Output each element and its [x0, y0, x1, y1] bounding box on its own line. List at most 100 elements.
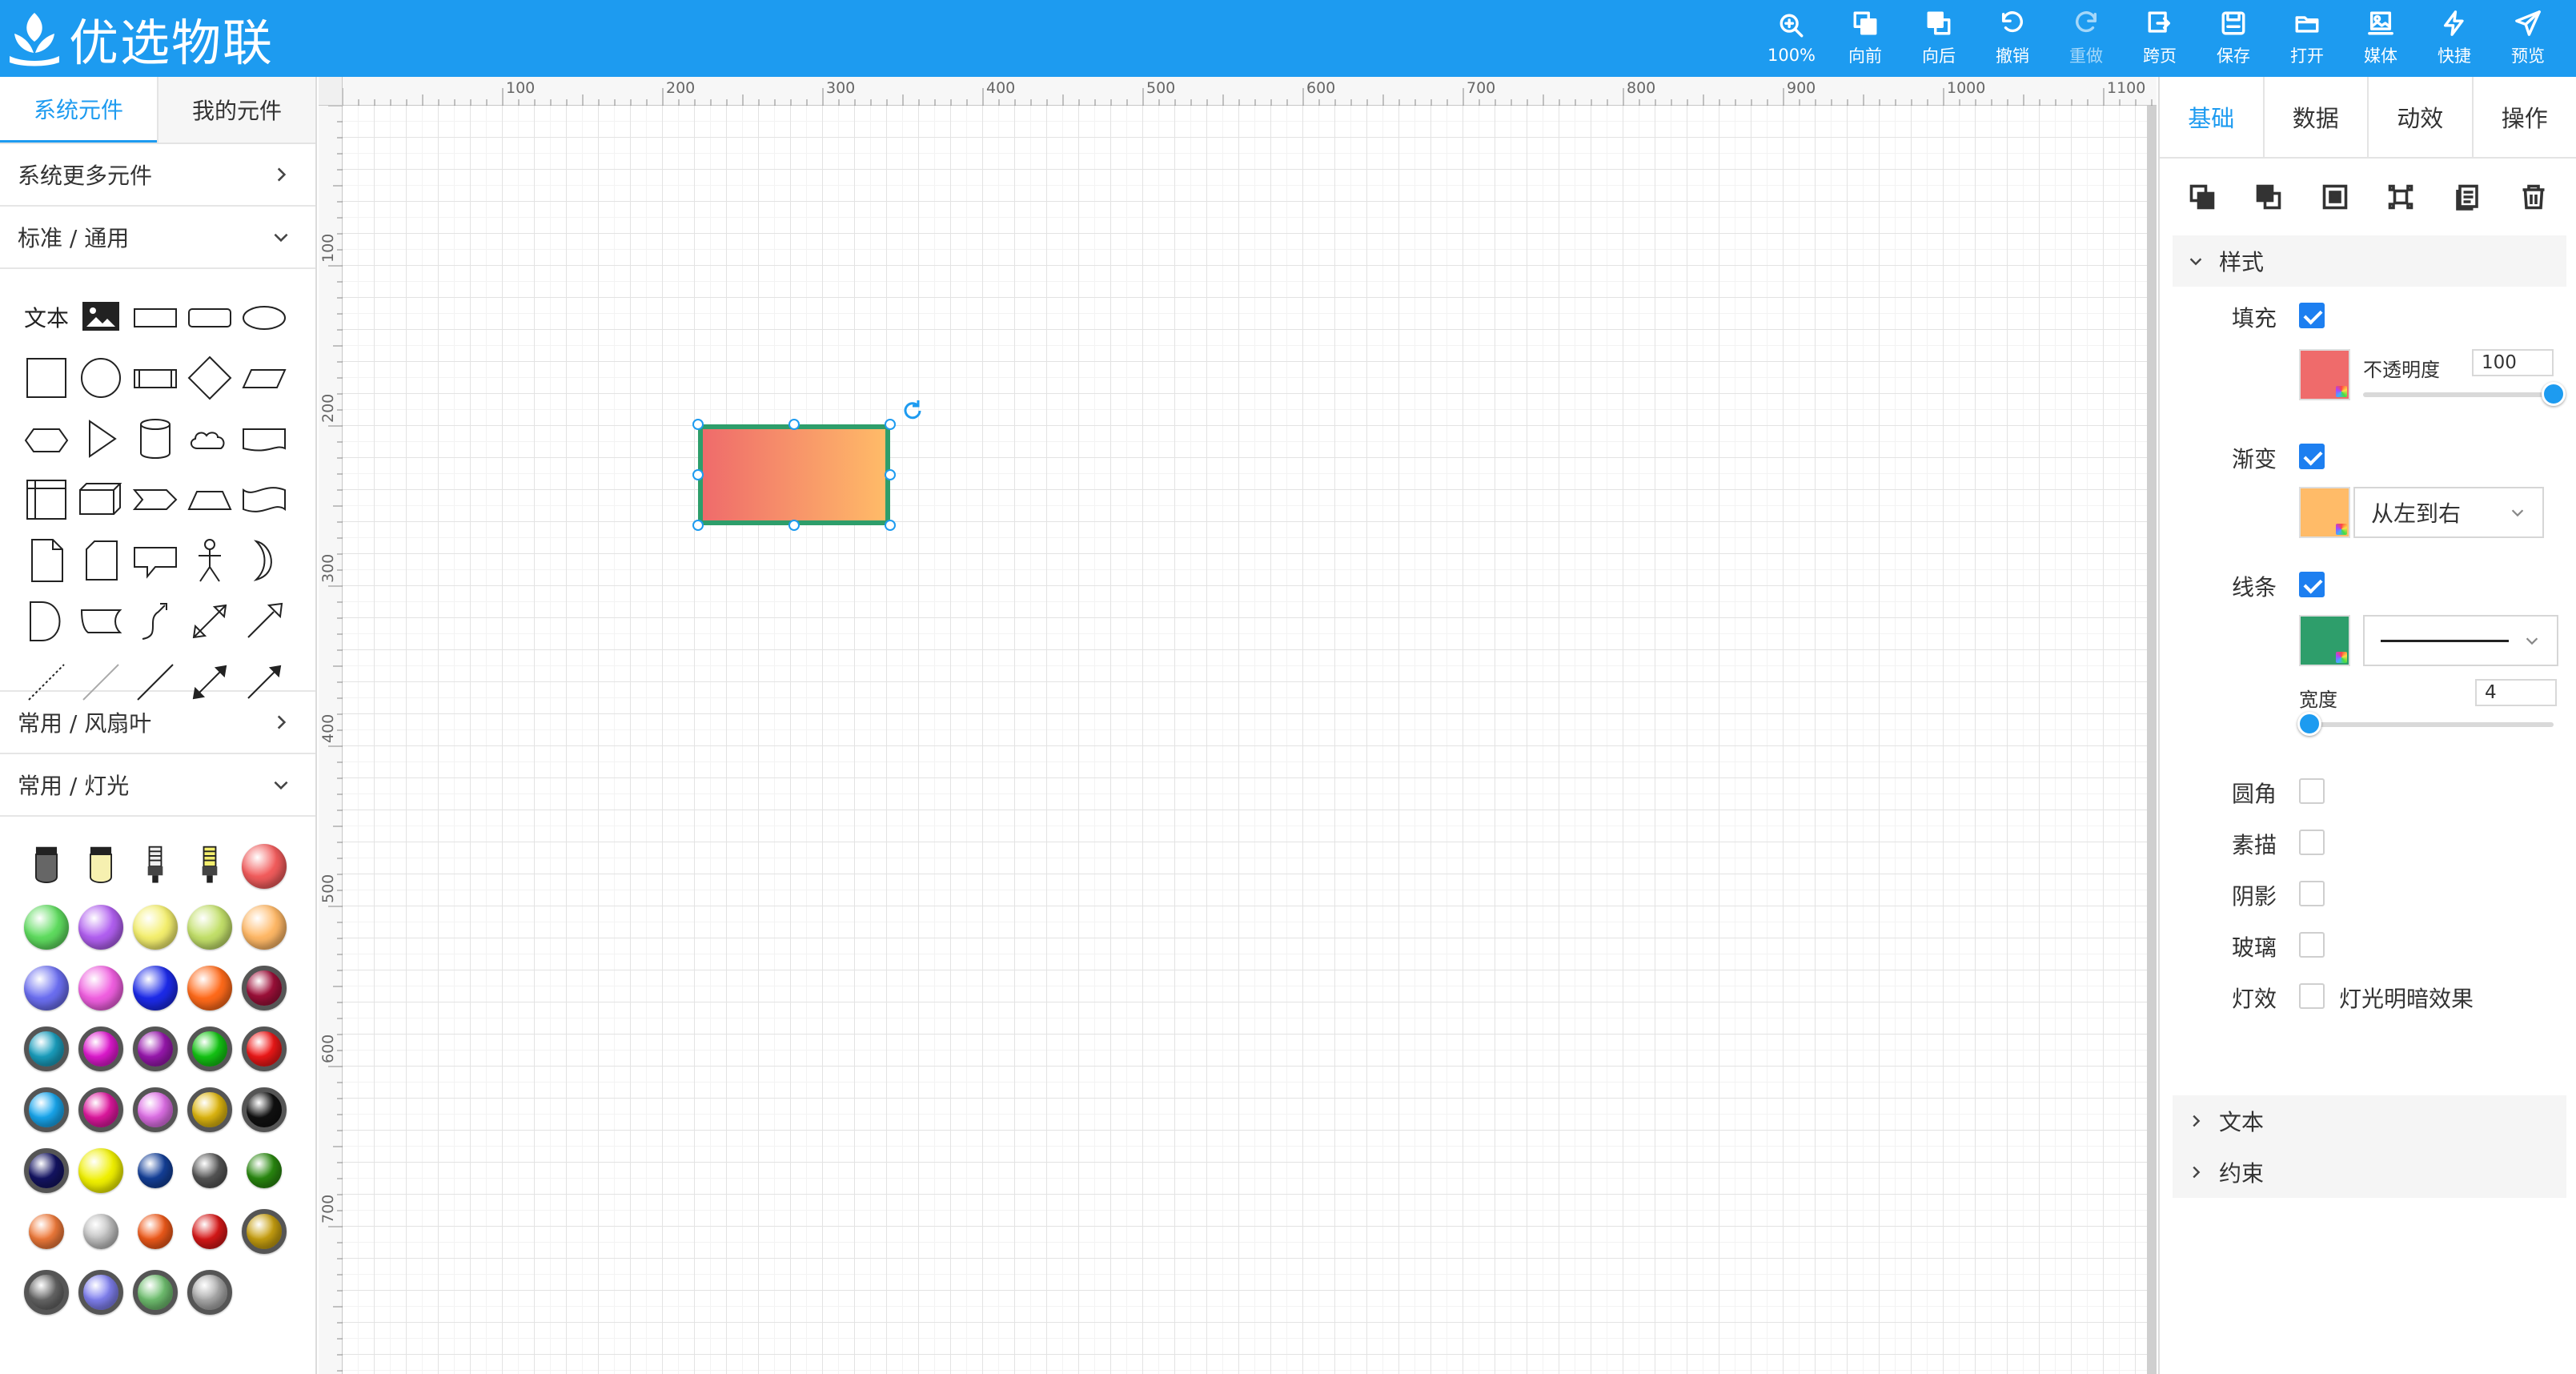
- light-ball-7[interactable]: [19, 961, 74, 1015]
- tab-animation[interactable]: 动效: [2367, 77, 2472, 157]
- resize-handle-top[interactable]: [788, 419, 800, 430]
- gradient-checkbox[interactable]: [2299, 444, 2325, 469]
- tab-data[interactable]: 数据: [2262, 77, 2368, 157]
- save-button[interactable]: 保存: [2197, 0, 2270, 77]
- group-button[interactable]: [2313, 175, 2357, 219]
- section-text[interactable]: 文本: [2173, 1095, 2566, 1147]
- light-ball-11[interactable]: [237, 961, 291, 1015]
- light-ball-9[interactable]: [128, 961, 183, 1015]
- rotate-handle[interactable]: [899, 397, 926, 424]
- shape-arrow-line[interactable]: [237, 655, 291, 709]
- section-constraint[interactable]: 约束: [2173, 1147, 2566, 1198]
- shape-curve[interactable]: [128, 594, 183, 649]
- delete-button[interactable]: [2511, 175, 2556, 219]
- light-ball-28[interactable]: [74, 1204, 128, 1259]
- bring-forward-button[interactable]: 向前: [1828, 0, 1902, 77]
- shape-cylinder[interactable]: [128, 412, 183, 466]
- light-ball-6[interactable]: [237, 900, 291, 954]
- light-ball-26[interactable]: [237, 1143, 291, 1198]
- fill-checkbox[interactable]: [2299, 303, 2325, 328]
- quick-button[interactable]: 快捷: [2418, 0, 2491, 77]
- option-checkbox[interactable]: [2299, 983, 2325, 1009]
- fill-color-swatch[interactable]: [2299, 349, 2350, 400]
- stroke-checkbox[interactable]: [2299, 572, 2325, 597]
- shape-bidirectional-arrow[interactable]: [183, 594, 237, 649]
- resize-handle-top-right[interactable]: [885, 419, 896, 430]
- gradient-color-swatch[interactable]: [2299, 487, 2350, 538]
- shape-square[interactable]: [19, 351, 74, 405]
- shape-trapezoid[interactable]: [183, 472, 237, 527]
- light-ball-17[interactable]: [19, 1083, 74, 1137]
- light-ball-8[interactable]: [74, 961, 128, 1015]
- shape-text[interactable]: 文本: [19, 290, 74, 344]
- resize-handle-left[interactable]: [692, 469, 704, 480]
- light-ball-3[interactable]: [74, 900, 128, 954]
- light-ball-25[interactable]: [183, 1143, 237, 1198]
- light-ball-12[interactable]: [19, 1022, 74, 1076]
- light-lamp-off[interactable]: [19, 839, 74, 894]
- shape-callout[interactable]: [128, 533, 183, 588]
- light-ball-32[interactable]: [19, 1265, 74, 1320]
- resize-handle-top-left[interactable]: [692, 419, 704, 430]
- stroke-width-slider-knob[interactable]: [2297, 712, 2321, 736]
- light-ball-31[interactable]: [237, 1204, 291, 1259]
- light-ball-1[interactable]: [237, 839, 291, 894]
- light-ball-34[interactable]: [128, 1265, 183, 1320]
- stroke-width-slider[interactable]: [2299, 722, 2554, 727]
- light-ball-27[interactable]: [19, 1204, 74, 1259]
- light-ball-14[interactable]: [128, 1022, 183, 1076]
- bring-to-front-button[interactable]: [2180, 175, 2225, 219]
- shape-diamond[interactable]: [183, 351, 237, 405]
- light-ball-35[interactable]: [183, 1265, 237, 1320]
- shape-tape[interactable]: [237, 472, 291, 527]
- option-checkbox[interactable]: [2299, 881, 2325, 906]
- light-ball-13[interactable]: [74, 1022, 128, 1076]
- tab-operation[interactable]: 操作: [2471, 77, 2576, 157]
- shape-internal-storage[interactable]: [19, 472, 74, 527]
- opacity-slider[interactable]: [2363, 392, 2554, 397]
- send-to-back-button[interactable]: [2246, 175, 2291, 219]
- media-button[interactable]: 媒体: [2344, 0, 2418, 77]
- ruler-top[interactable]: 100 200 300 400 500 600 700 800 900 1000 1100: [342, 77, 2157, 106]
- shape-loop-limit[interactable]: [74, 594, 128, 649]
- option-checkbox[interactable]: [2299, 830, 2325, 855]
- shape-card[interactable]: [74, 533, 128, 588]
- canvas-grid[interactable]: [343, 106, 2147, 1374]
- undo-button[interactable]: 撤销: [1976, 0, 2049, 77]
- shape-thin-line[interactable]: [74, 655, 128, 709]
- shape-crescent[interactable]: [237, 533, 291, 588]
- option-checkbox[interactable]: [2299, 778, 2325, 804]
- cross-page-button[interactable]: 跨页: [2123, 0, 2197, 77]
- ungroup-button[interactable]: [2378, 175, 2423, 219]
- light-ball-22[interactable]: [19, 1143, 74, 1198]
- light-ball-4[interactable]: [128, 900, 183, 954]
- shape-ellipse[interactable]: [237, 290, 291, 344]
- light-ball-19[interactable]: [128, 1083, 183, 1137]
- send-backward-button[interactable]: 向后: [1902, 0, 1976, 77]
- selected-rectangle-shape[interactable]: [698, 424, 890, 525]
- shape-dashed-line[interactable]: [19, 655, 74, 709]
- shape-line[interactable]: [128, 655, 183, 709]
- tab-basic[interactable]: 基础: [2160, 77, 2263, 157]
- preview-button[interactable]: 预览: [2491, 0, 2565, 77]
- light-bulb-on[interactable]: [183, 839, 237, 894]
- shape-cube[interactable]: [74, 472, 128, 527]
- shape-actor[interactable]: [183, 533, 237, 588]
- shape-hexagon[interactable]: [19, 412, 74, 466]
- stroke-color-swatch[interactable]: [2299, 615, 2350, 666]
- section-style[interactable]: 样式: [2173, 235, 2566, 287]
- light-bulb-off[interactable]: [128, 839, 183, 894]
- gradient-direction-select[interactable]: 从左到右: [2353, 487, 2544, 538]
- resize-handle-bottom[interactable]: [788, 520, 800, 531]
- canvas-area[interactable]: 100 200 300 400 500 600 700 800 900 1000 1100 100 2…: [319, 77, 2157, 1374]
- shape-document[interactable]: [237, 412, 291, 466]
- shape-triangle[interactable]: [74, 412, 128, 466]
- light-ball-30[interactable]: [183, 1204, 237, 1259]
- shape-parallelogram[interactable]: [237, 351, 291, 405]
- light-ball-20[interactable]: [183, 1083, 237, 1137]
- shape-double-arrow-line[interactable]: [183, 655, 237, 709]
- shape-cloud[interactable]: [183, 412, 237, 466]
- opacity-input[interactable]: 100: [2472, 349, 2554, 376]
- option-checkbox[interactable]: [2299, 932, 2325, 958]
- light-ball-21[interactable]: [237, 1083, 291, 1137]
